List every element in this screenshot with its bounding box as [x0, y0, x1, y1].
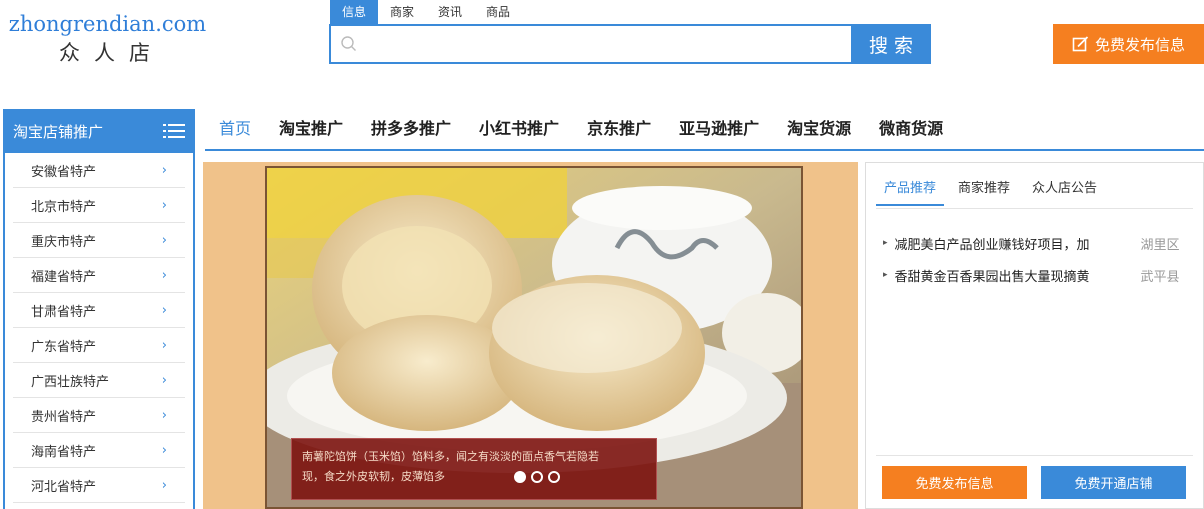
- sidebar-item-label: 海南省特产: [31, 444, 97, 460]
- nav-home[interactable]: 首页: [205, 109, 265, 149]
- nav-xiaohongshu-promo[interactable]: 小红书推广: [465, 109, 573, 149]
- banner-caption: 南薯陀馅饼（玉米馅）馅料多，闻之有淡淡的面点香气若隐若 现，食之外皮软韧，皮薄馅…: [291, 438, 657, 500]
- caption-line-2: 现，食之外皮软韧，皮薄馅多: [302, 470, 445, 483]
- chevron-right-icon: ›: [161, 162, 167, 178]
- logo-domain: zhongrendian.com: [8, 12, 207, 36]
- banner-carousel[interactable]: 南薯陀馅饼（玉米馅）馅料多，闻之有淡淡的面点香气若隐若 现，食之外皮软韧，皮薄馅…: [203, 162, 858, 509]
- chevron-right-icon: ›: [161, 267, 167, 283]
- sidebar-item-label: 重庆市特产: [31, 234, 97, 250]
- logo-name: 众人店: [59, 41, 164, 65]
- site-logo[interactable]: zhongrendian.com 众人店: [0, 12, 215, 66]
- search-tab-merchant[interactable]: 商家: [378, 0, 426, 24]
- item-area: 武平县: [1140, 269, 1180, 285]
- sidebar-item-anhui[interactable]: 安徽省特产 ›: [13, 153, 185, 188]
- sidebar-item-chongqing[interactable]: 重庆市特产 ›: [13, 223, 185, 258]
- sidebar-title: 淘宝店铺推广: [13, 122, 104, 141]
- sidebar-item-gansu[interactable]: 甘肃省特产 ›: [13, 293, 185, 328]
- sidebar-item-fujian[interactable]: 福建省特产 ›: [13, 258, 185, 293]
- search-input[interactable]: [365, 26, 845, 62]
- list-item[interactable]: ▸ 减肥美白产品创业赚钱好项目，加 湖里区: [883, 227, 1183, 259]
- sidebar-item-hainan[interactable]: 海南省特产 ›: [13, 433, 185, 468]
- search-tab-news[interactable]: 资讯: [426, 0, 474, 24]
- sidebar-item-label: 广东省特产: [31, 339, 97, 355]
- sidebar-item-label: 北京市特产: [31, 199, 97, 215]
- item-title: 香甜黄金百香果园出售大量现摘黄: [894, 269, 1090, 285]
- list-icon: [163, 124, 185, 138]
- caption-line-1: 南薯陀馅饼（玉米馅）馅料多，闻之有淡淡的面点香气若隐若: [302, 450, 599, 463]
- list-item[interactable]: ▸ 香甜黄金百香果园出售大量现摘黄 武平县: [883, 259, 1183, 291]
- chevron-right-icon: ›: [161, 407, 167, 423]
- bullet-arrow-icon: ▸: [883, 238, 888, 248]
- chevron-right-icon: ›: [161, 442, 167, 458]
- item-title: 减肥美白产品创业赚钱好项目，加: [894, 237, 1090, 253]
- tab-announcements[interactable]: 众人店公告: [1024, 177, 1105, 206]
- sidebar-item-hebei[interactable]: 河北省特产 ›: [13, 468, 185, 503]
- nav-jd-promo[interactable]: 京东推广: [573, 109, 665, 149]
- sidebar-item-label: 福建省特产: [31, 269, 97, 285]
- sidebar-item-beijing[interactable]: 北京市特产 ›: [13, 188, 185, 223]
- item-area: 湖里区: [1140, 237, 1180, 253]
- divider: [876, 208, 1193, 209]
- search-tab-info[interactable]: 信息: [330, 0, 379, 24]
- bullet-arrow-icon: ▸: [883, 270, 888, 280]
- nav-pinduoduo-promo[interactable]: 拼多多推广: [357, 109, 465, 149]
- search-icon: [341, 36, 356, 51]
- edit-icon: [1072, 35, 1089, 51]
- recommend-panel: 产品推荐 商家推荐 众人店公告 ▸ 减肥美白产品创业赚钱好项目，加 湖里区 ▸ …: [865, 162, 1204, 509]
- panel-tabs: 产品推荐 商家推荐 众人店公告: [876, 177, 1111, 206]
- sidebar-item-guangxi[interactable]: 广西壮族特产 ›: [13, 363, 185, 398]
- carousel-dot[interactable]: [531, 471, 543, 483]
- search-tabs: 信息 商家 资讯 商品: [330, 0, 522, 24]
- free-publish-button[interactable]: 免费发布信息: [882, 466, 1027, 499]
- carousel-dot[interactable]: [514, 471, 526, 483]
- nav-taobao-promo[interactable]: 淘宝推广: [265, 109, 357, 149]
- sidebar-item-guizhou[interactable]: 贵州省特产 ›: [13, 398, 185, 433]
- chevron-right-icon: ›: [161, 197, 167, 213]
- chevron-right-icon: ›: [161, 477, 167, 493]
- tab-product-recommend[interactable]: 产品推荐: [876, 177, 945, 206]
- chevron-right-icon: ›: [161, 372, 167, 388]
- main-nav: 首页 淘宝推广 拼多多推广 小红书推广 京东推广 亚马逊推广 淘宝货源 微商货源: [205, 109, 1204, 151]
- nav-amazon-promo[interactable]: 亚马逊推广: [665, 109, 773, 149]
- carousel-dots: [514, 471, 560, 483]
- sidebar-item-guangdong[interactable]: 广东省特产 ›: [13, 328, 185, 363]
- chevron-right-icon: ›: [161, 302, 167, 318]
- category-sidebar: 淘宝店铺推广 安徽省特产 › 北京市特产 › 重庆市特产 › 福建省特产 › 甘肃省特产…: [3, 109, 195, 509]
- sidebar-item-label: 广西壮族特产: [31, 374, 110, 390]
- sidebar-item-label: 甘肃省特产: [31, 304, 97, 320]
- nav-wechat-supply[interactable]: 微商货源: [865, 109, 957, 149]
- chevron-right-icon: ›: [161, 232, 167, 248]
- nav-taobao-supply[interactable]: 淘宝货源: [773, 109, 865, 149]
- sidebar-list: 安徽省特产 › 北京市特产 › 重庆市特产 › 福建省特产 › 甘肃省特产 › 广东省特产…: [5, 153, 193, 503]
- search-box: 搜索: [329, 24, 931, 64]
- recommend-list: ▸ 减肥美白产品创业赚钱好项目，加 湖里区 ▸ 香甜黄金百香果园出售大量现摘黄 …: [883, 227, 1183, 291]
- publish-info-button[interactable]: 免费发布信息: [1053, 24, 1204, 64]
- chevron-right-icon: ›: [161, 337, 167, 353]
- sidebar-item-label: 安徽省特产: [31, 164, 97, 180]
- publish-info-label: 免费发布信息: [1094, 35, 1185, 54]
- carousel-dot[interactable]: [548, 471, 560, 483]
- open-shop-button[interactable]: 免费开通店铺: [1041, 466, 1186, 499]
- search-tab-goods[interactable]: 商品: [474, 0, 522, 24]
- tab-merchant-recommend[interactable]: 商家推荐: [950, 177, 1018, 206]
- sidebar-header[interactable]: 淘宝店铺推广: [3, 109, 195, 153]
- sidebar-item-label: 河北省特产: [31, 479, 97, 495]
- sidebar-item-label: 贵州省特产: [31, 409, 97, 425]
- search-button[interactable]: 搜索: [851, 24, 931, 64]
- divider: [876, 455, 1193, 456]
